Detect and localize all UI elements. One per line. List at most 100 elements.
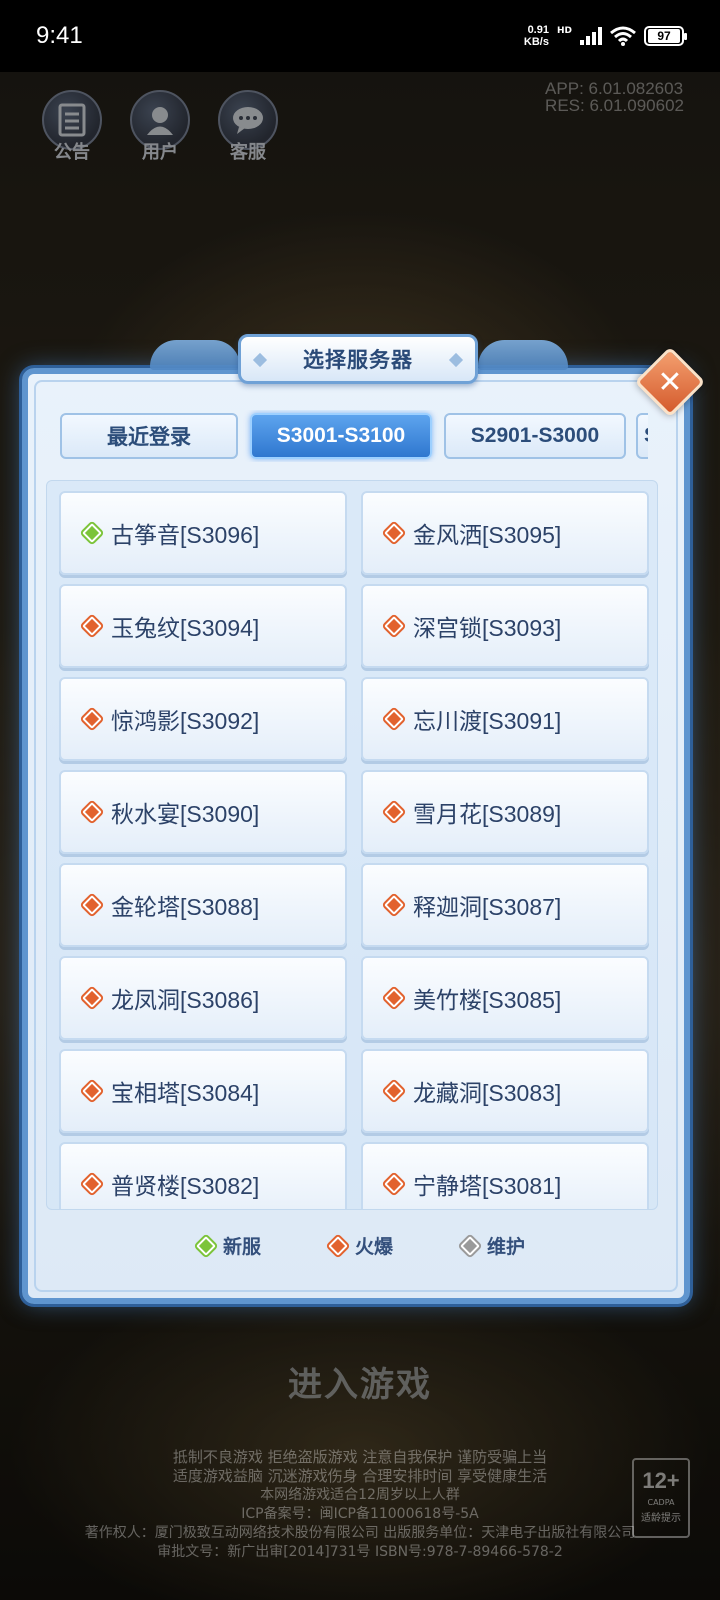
server-list[interactable]: 古筝音[S3096] 金风洒[S3095] 玉兔纹[S3094] 深宫锁[S30… xyxy=(46,480,658,1210)
hot-status-icon xyxy=(384,895,404,915)
status-bar: 9:41 0.91 KB/s HD 97 xyxy=(0,0,720,72)
hot-status-icon xyxy=(384,709,404,729)
support-label: 客服 xyxy=(230,142,266,163)
server-name: 宁静塔[S3081] xyxy=(413,1173,562,1199)
notice-line: 本网络游戏适合12周岁以上人群 xyxy=(260,1487,460,1503)
server-name: 金轮塔[S3088] xyxy=(111,894,260,920)
server-item[interactable]: 普贤楼[S3082] xyxy=(59,1142,347,1209)
hot-status-icon xyxy=(384,802,404,822)
tab-s3001-s3100[interactable]: S3001-S3100 xyxy=(250,413,432,459)
server-name: 金风洒[S3095] xyxy=(413,522,562,548)
title-ornament-left xyxy=(150,340,240,370)
server-name: 龙藏洞[S3083] xyxy=(413,1080,562,1106)
battery-level: 97 xyxy=(648,29,680,43)
diamond-ornament-icon xyxy=(448,352,464,368)
health-notice: 抵制不良游戏 拒绝盗版游戏 注意自我保护 谨防受骗上当 适度游戏益脑 沉迷游戏伤… xyxy=(0,1448,720,1562)
enter-game-button[interactable]: 进入游戏 xyxy=(210,1346,510,1416)
age-rating-badge[interactable]: 12+ CADPA 适龄提示 xyxy=(632,1458,690,1538)
hot-status-icon xyxy=(82,988,102,1008)
server-item[interactable]: 深宫锁[S3093] xyxy=(361,584,649,668)
age-rating: 12+ xyxy=(642,1468,680,1493)
tab-s2901-s3000[interactable]: S2901-S3000 xyxy=(444,413,626,459)
server-item[interactable]: 宝相塔[S3084] xyxy=(59,1049,347,1133)
dialog-title-plate: 选择服务器 xyxy=(238,334,478,384)
server-name: 雪月花[S3089] xyxy=(413,801,562,827)
signal-icon xyxy=(580,27,602,45)
tab-recent-login[interactable]: 最近登录 xyxy=(60,413,238,459)
notice-line: 抵制不良游戏 拒绝盗版游戏 注意自我保护 谨防受骗上当 xyxy=(172,1448,548,1466)
server-name: 普贤楼[S3082] xyxy=(111,1173,260,1199)
close-icon: ✕ xyxy=(657,364,683,400)
hot-status-icon xyxy=(82,1081,102,1101)
status-time: 9:41 xyxy=(36,22,83,49)
server-item[interactable]: 惊鸿影[S3092] xyxy=(59,677,347,761)
server-name: 古筝音[S3096] xyxy=(111,522,260,548)
server-item[interactable]: 玉兔纹[S3094] xyxy=(59,584,347,668)
status-legend: 新服 火爆 维护 xyxy=(0,1232,720,1259)
hot-status-icon xyxy=(384,523,404,543)
notice-line: 适度游戏益脑 沉迷游戏伤身 合理安排时间 享受健康生活 xyxy=(172,1467,548,1485)
server-item[interactable]: 宁静塔[S3081] xyxy=(361,1142,649,1209)
hot-status-icon xyxy=(328,1235,348,1256)
server-item[interactable]: 金轮塔[S3088] xyxy=(59,863,347,947)
server-name: 忘川渡[S3091] xyxy=(413,708,562,734)
server-item[interactable]: 金风洒[S3095] xyxy=(361,491,649,575)
server-item[interactable]: 龙藏洞[S3083] xyxy=(361,1049,649,1133)
dialog-title: 选择服务器 xyxy=(303,348,413,372)
server-name: 惊鸿影[S3092] xyxy=(111,708,260,734)
hot-status-icon xyxy=(82,1174,102,1194)
server-item[interactable]: 雪月花[S3089] xyxy=(361,770,649,854)
server-name: 玉兔纹[S3094] xyxy=(111,615,260,641)
support-button[interactable]: 客服 xyxy=(214,90,282,166)
server-name: 深宫锁[S3093] xyxy=(413,615,562,641)
hot-status-icon xyxy=(82,709,102,729)
notice-button[interactable]: 公告 xyxy=(38,90,106,166)
legend-hot: 火爆 xyxy=(327,1232,393,1259)
server-name: 龙凤洞[S3086] xyxy=(111,987,260,1013)
app-version: APP: 6.01.082603 xyxy=(545,79,684,98)
status-indicators: 0.91 KB/s HD 97 xyxy=(524,24,687,48)
hot-status-icon xyxy=(384,1174,404,1194)
wifi-icon xyxy=(610,26,636,46)
title-ornament-right xyxy=(478,340,568,370)
network-speed-unit: KB/s xyxy=(523,36,549,48)
server-item[interactable]: 释迦洞[S3087] xyxy=(361,863,649,947)
version-info: APP: 6.01.082603 RES: 6.01.090602 xyxy=(545,80,684,114)
legend-label: 火爆 xyxy=(354,1236,393,1258)
legend-new: 新服 xyxy=(195,1232,261,1259)
age-rating-label: 适龄提示 xyxy=(641,1513,681,1524)
server-item[interactable]: 美竹楼[S3085] xyxy=(361,956,649,1040)
legend-label: 新服 xyxy=(222,1236,261,1258)
maintenance-status-icon xyxy=(460,1235,480,1256)
server-item[interactable]: 龙凤洞[S3086] xyxy=(59,956,347,1040)
res-version: RES: 6.01.090602 xyxy=(545,96,684,115)
tab-next-partial[interactable]: S xyxy=(636,413,648,459)
server-name: 释迦洞[S3087] xyxy=(413,894,562,920)
server-name: 秋水宴[S3090] xyxy=(111,801,260,827)
legend-label: 维护 xyxy=(487,1236,526,1258)
notice-label: 公告 xyxy=(54,142,90,163)
age-rating-org: CADPA xyxy=(647,1498,675,1507)
notice-line: 著作权人：厦门极致互动网络技术股份有限公司 出版服务单位：天津电子出版社有限公司 xyxy=(84,1525,636,1541)
server-name: 美竹楼[S3085] xyxy=(413,987,562,1013)
hot-status-icon xyxy=(82,895,102,915)
hot-status-icon xyxy=(384,616,404,636)
hd-indicator: HD xyxy=(556,26,572,36)
server-name: 宝相塔[S3084] xyxy=(111,1080,260,1106)
hot-status-icon xyxy=(82,616,102,636)
user-button[interactable]: 用户 xyxy=(126,90,194,166)
network-speed: 0.91 KB/s xyxy=(524,24,549,48)
server-item[interactable]: 忘川渡[S3091] xyxy=(361,677,649,761)
network-speed-value: 0.91 xyxy=(527,24,549,36)
server-item[interactable]: 秋水宴[S3090] xyxy=(59,770,347,854)
legend-maintenance: 维护 xyxy=(459,1232,525,1259)
hot-status-icon xyxy=(384,988,404,1008)
new-status-icon xyxy=(82,523,102,543)
notice-line: ICP备案号：闽ICP备11000618号-5A xyxy=(241,1506,479,1522)
server-item[interactable]: 古筝音[S3096] xyxy=(59,491,347,575)
notice-line: 审批文号：新广出审[2014]731号 ISBN号:978-7-89466-57… xyxy=(157,1544,563,1560)
hot-status-icon xyxy=(82,802,102,822)
diamond-ornament-icon xyxy=(252,352,268,368)
battery-icon: 97 xyxy=(644,26,687,46)
new-status-icon xyxy=(196,1235,216,1256)
